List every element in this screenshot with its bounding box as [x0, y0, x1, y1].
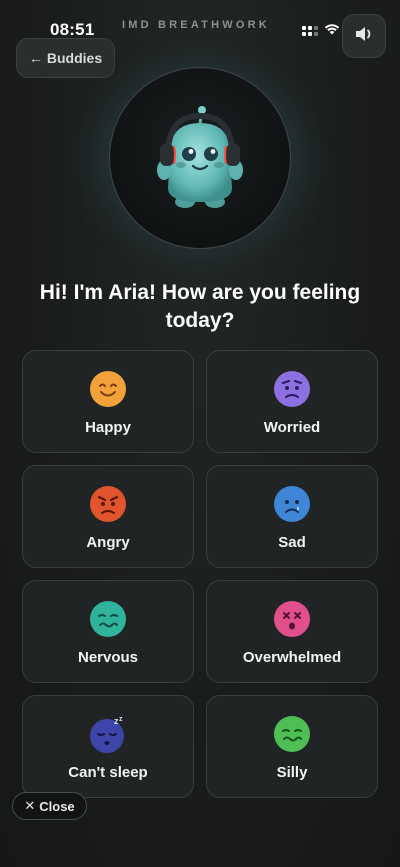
sound-toggle-button[interactable]: [342, 14, 386, 58]
close-button[interactable]: ✕ Close: [12, 792, 87, 820]
signal-icon: [302, 26, 318, 36]
back-to-buddies-button[interactable]: ← Buddies: [16, 38, 115, 78]
greeting-heading: Hi! I'm Aria! How are you feeling today?: [39, 281, 361, 332]
mood-label: Silly: [276, 764, 308, 781]
buddy-character-illustration: [157, 106, 243, 208]
sad-face-icon: [274, 486, 310, 522]
back-button-label: Buddies: [46, 50, 103, 66]
mood-card-sad[interactable]: Sad: [206, 465, 378, 568]
buddy-avatar: [109, 67, 291, 249]
happy-face-icon: [90, 371, 126, 407]
close-icon: ✕: [24, 798, 36, 813]
status-time: 08:51: [50, 20, 95, 39]
back-arrow-icon: ←: [28, 50, 43, 66]
silly-face-icon: [274, 716, 310, 752]
mood-grid: Happy Worried Angry Sad Nervous Overwhel…: [22, 350, 378, 798]
buddy-avatar-glow: [109, 67, 291, 249]
speaker-icon: [354, 25, 374, 48]
mood-label: Worried: [263, 419, 321, 436]
app-brand: IMD BREATHWORK: [122, 19, 270, 31]
mood-card-nervous[interactable]: Nervous: [22, 580, 194, 683]
mood-card-silly[interactable]: Silly: [206, 695, 378, 798]
mood-label: Angry: [86, 534, 130, 551]
mood-label: Overwhelmed: [242, 649, 342, 666]
wifi-icon: [324, 22, 340, 40]
mood-label: Can't sleep: [68, 764, 148, 781]
overwhelmed-face-icon: [274, 601, 310, 637]
sleepy-face-icon: z z: [90, 716, 124, 753]
mood-card-angry[interactable]: Angry: [22, 465, 194, 568]
mood-label: Sad: [278, 534, 306, 551]
svg-text:z: z: [119, 716, 123, 723]
mood-card-happy[interactable]: Happy: [22, 350, 194, 453]
worried-face-icon: [274, 371, 310, 407]
mood-check-screen: 08:51 IMD BREATHWORK 82: [0, 0, 400, 867]
angry-face-icon: [90, 486, 126, 522]
mood-label: Happy: [85, 419, 131, 436]
mood-label: Nervous: [77, 649, 139, 666]
mood-card-worried[interactable]: Worried: [206, 350, 378, 453]
mood-card-cant-sleep[interactable]: z z Can't sleep: [22, 695, 194, 798]
nervous-face-icon: [90, 601, 126, 637]
mood-card-overwhelmed[interactable]: Overwhelmed: [206, 580, 378, 683]
close-button-label: Close: [39, 798, 75, 814]
